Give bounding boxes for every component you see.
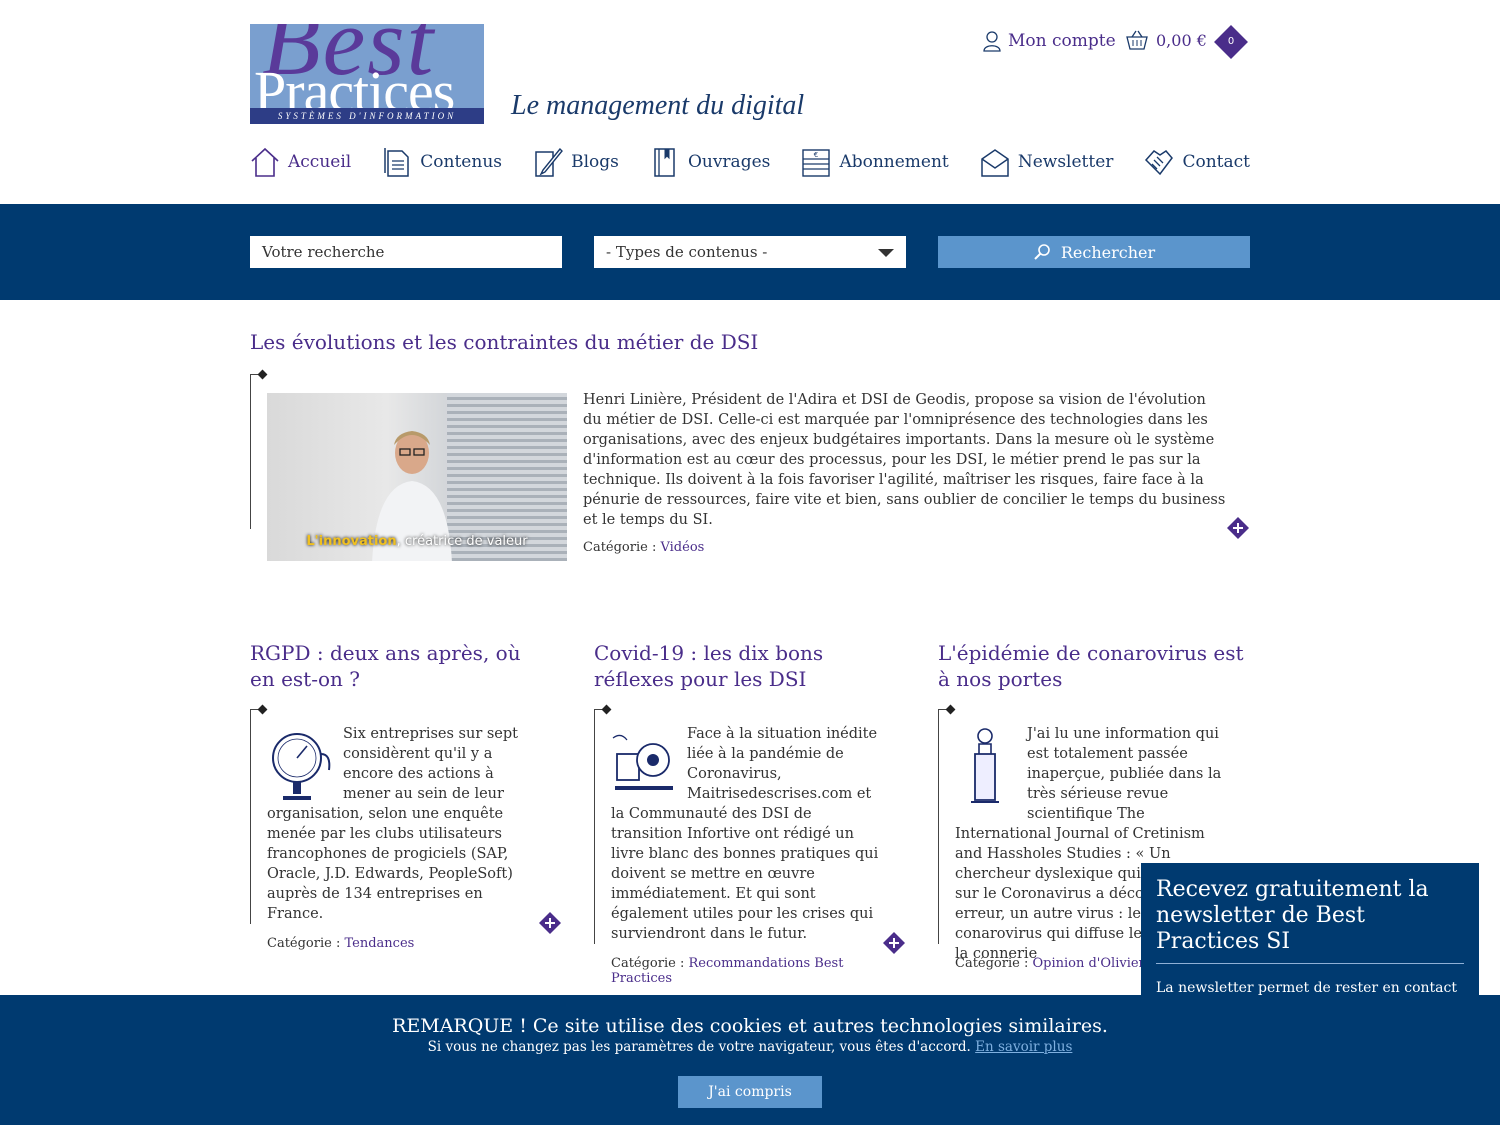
nav-item-blogs[interactable]: Blogs xyxy=(533,146,619,178)
envelope-icon xyxy=(981,149,1009,177)
cart-count-badge[interactable]: 0 xyxy=(1214,25,1248,59)
account-link[interactable]: Mon compte xyxy=(982,30,1116,52)
read-more-plus-icon[interactable] xyxy=(1227,517,1249,539)
account-label: Mon compte xyxy=(1008,31,1116,51)
svg-text:€: € xyxy=(814,151,818,159)
read-more-plus-icon[interactable] xyxy=(883,932,905,954)
newsletter-divider xyxy=(1156,963,1464,964)
site-logo[interactable]: Best Practices SYSTÈMES D'INFORMATION xyxy=(250,24,484,124)
nav-item-newsletter[interactable]: Newsletter xyxy=(980,146,1114,178)
cart-total: 0,00 € xyxy=(1156,30,1207,50)
newsletter-popup-text: La newsletter permet de rester en contac… xyxy=(1156,980,1457,996)
category-label: Catégorie : xyxy=(583,540,657,555)
article-title[interactable]: RGPD : deux ans après, où en est-on ? xyxy=(250,640,550,692)
newsletter-popup[interactable]: Recevez gratuitement la newsletter de Be… xyxy=(1141,863,1479,1003)
engine-machine-illustration xyxy=(612,734,673,790)
content-type-select[interactable]: - Types de contenus - xyxy=(594,236,906,268)
category-link[interactable]: Tendances xyxy=(344,936,414,951)
user-icon xyxy=(983,31,1001,52)
featured-article-title[interactable]: Les évolutions et les contraintes du mét… xyxy=(250,330,758,354)
article-bracket xyxy=(594,704,612,944)
basket-icon xyxy=(1126,30,1148,50)
pressure-gauge-illustration xyxy=(272,733,331,800)
featured-summary: Henri Linière, Président de l'Adira et D… xyxy=(583,392,1226,528)
content-type-value: - Types de contenus - xyxy=(606,243,768,261)
featured-category: Catégorie : Vidéos xyxy=(583,538,1228,558)
caption-rest: , créatrice de valeur xyxy=(396,534,528,549)
cart-count: 0 xyxy=(1227,36,1235,47)
nav-label: Ouvrages xyxy=(687,152,771,172)
article-category: Catégorie : Tendances xyxy=(267,936,542,951)
search-icon xyxy=(1034,244,1050,260)
bracket-diamond xyxy=(257,369,268,380)
euro-stack-icon: € xyxy=(802,149,831,177)
book-icon xyxy=(654,148,675,177)
cookie-text-line: Si vous ne changez pas les paramètres de… xyxy=(0,1039,1500,1055)
featured-video-thumbnail[interactable]: L'innovation, créatrice de valeur xyxy=(267,393,567,561)
lab-flask-illustration xyxy=(971,728,999,803)
article-title[interactable]: Covid-19 : les dix bons réflexes pour le… xyxy=(594,640,906,692)
search-input[interactable]: Votre recherche xyxy=(250,236,562,268)
caption-highlight: L'innovation xyxy=(306,534,397,549)
article-body: Face à la situation inédite liée à la pa… xyxy=(611,724,886,944)
article-bracket xyxy=(250,704,268,924)
cookie-learn-more-link[interactable]: En savoir plus xyxy=(975,1039,1072,1055)
nav-item-ouvrages[interactable]: Ouvrages xyxy=(650,146,770,178)
cookie-text: Si vous ne changez pas les paramètres de… xyxy=(427,1039,971,1055)
category-label: Catégorie : xyxy=(955,956,1029,971)
nav-label: Newsletter xyxy=(1017,152,1114,172)
featured-article-body: Henri Linière, Président de l'Adira et D… xyxy=(583,390,1228,558)
nav-label: Abonnement xyxy=(839,152,949,172)
nav-label: Accueil xyxy=(288,152,352,172)
article-title[interactable]: L'épidémie de conarovirus est à nos port… xyxy=(938,640,1258,692)
chevron-down-icon xyxy=(878,249,894,257)
read-more-plus-icon[interactable] xyxy=(539,912,561,934)
cookie-accept-button[interactable]: J'ai compris xyxy=(678,1076,822,1108)
bracket-diamond xyxy=(257,704,268,715)
handshake-icon xyxy=(1145,150,1174,176)
nav-item-contenus[interactable]: Contenus xyxy=(382,146,502,178)
video-caption: L'innovation, créatrice de valeur xyxy=(267,534,567,549)
pen-icon xyxy=(535,147,564,177)
cookie-title: REMARQUE ! Ce site utilise des cookies e… xyxy=(392,1015,1108,1037)
nav-item-abonnement[interactable]: € Abonnement xyxy=(801,146,949,178)
nav-label: Contenus xyxy=(420,152,502,172)
category-label: Catégorie : xyxy=(267,936,341,951)
search-button-label: Rechercher xyxy=(1060,242,1156,262)
article-body: Six entreprises sur sept considèrent qu'… xyxy=(267,724,542,924)
search-button[interactable]: Rechercher xyxy=(938,236,1250,268)
nav-label: Blogs xyxy=(571,152,619,172)
nav-item-contact[interactable]: Contact xyxy=(1144,146,1250,178)
article-category: Catégorie : Recommandations Best Practic… xyxy=(611,956,851,986)
home-icon xyxy=(251,147,279,177)
category-link[interactable]: Vidéos xyxy=(660,540,704,555)
document-icon xyxy=(384,148,410,177)
article-bracket xyxy=(938,704,956,944)
bracket-diamond xyxy=(601,704,612,715)
cart-link[interactable]: 0,00 € xyxy=(1126,30,1207,50)
nav-item-accueil[interactable]: Accueil xyxy=(250,146,351,178)
site-tagline: Le management du digital xyxy=(511,90,805,121)
nav-label: Contact xyxy=(1182,152,1250,172)
newsletter-popup-title: Recevez gratuitement la newsletter de Be… xyxy=(1156,877,1429,954)
bracket-diamond xyxy=(945,704,956,715)
main-nav: Accueil Contenus Blogs Ouvrages € Abonne… xyxy=(250,146,1250,178)
featured-bracket xyxy=(250,369,268,529)
logo-subtitle: SYSTÈMES D'INFORMATION xyxy=(250,108,484,124)
category-label: Catégorie : xyxy=(611,956,685,971)
cookie-banner: REMARQUE ! Ce site utilise des cookies e… xyxy=(0,995,1500,1125)
